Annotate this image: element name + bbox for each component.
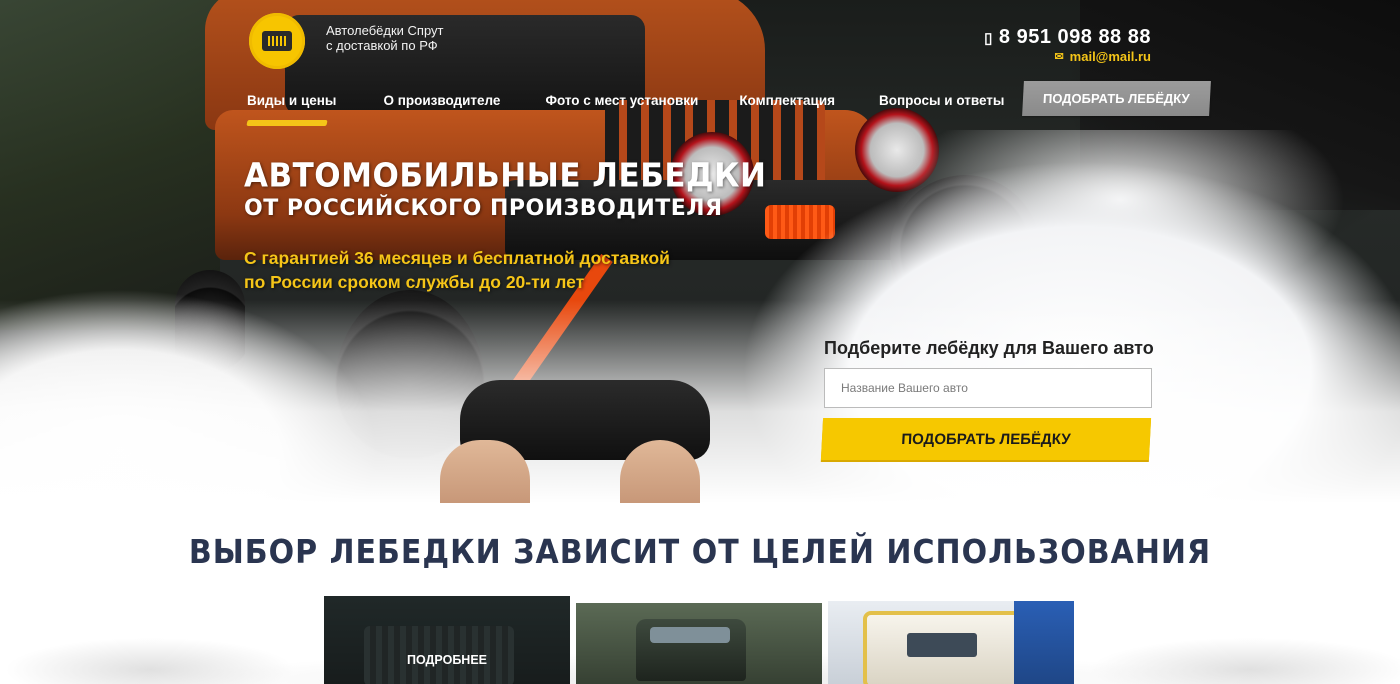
pick-winch-button[interactable]: ПОДОБРАТЬ ЛЕБЁДКУ [820,418,1152,460]
hero-title-line-2: ОТ РОССИЙСКОГО ПРОИЗВОДИТЕЛЯ [244,196,723,221]
offroad-suv-image [636,619,746,681]
winch-logo-icon [262,31,292,51]
nav-pick-winch-button[interactable]: ПОДОБРАТЬ ЛЕБЁДКУ [1022,81,1211,116]
brand-text: Автолебёдки Спрут с доставкой по РФ [326,23,444,53]
brand-line-1: Автолебёдки Спрут [326,23,444,38]
logo[interactable] [249,13,305,69]
nav-item-manufacturer[interactable]: О производителе [383,93,500,114]
phone-text: 8 951 098 88 88 [998,26,1151,48]
email-link[interactable]: ✉ mail@mail.ru [1054,49,1151,64]
card-more-label: ПОДРОБНЕЕ [406,653,488,667]
form-title: Подберите лебёдку для Вашего авто [824,338,1154,358]
main-nav: Виды и цены О производителе Фото с мест … [247,81,1211,116]
phone-number[interactable]: ▯ 8 951 098 88 88 [984,26,1151,49]
tow-truck-image [863,611,1023,684]
hero-title: АВТОМОБИЛЬНЫЕ ЛЕБЕДКИ ОТ РОССИЙСКОГО ПРО… [244,157,767,224]
nav-item-faq[interactable]: Вопросы и ответы [879,93,1004,114]
section-title: ВЫБОР ЛЕБЕДКИ ЗАВИСИТ ОТ ЦЕЛЕЙ ИСПОЛЬЗОВ… [188,533,1212,572]
email-text: mail@mail.ru [1069,49,1151,64]
envelope-icon: ✉ [1054,51,1064,63]
usage-card-tow-truck[interactable] [828,601,1074,684]
phone-icon: ▯ [984,29,993,47]
car-name-input[interactable] [824,368,1152,408]
nav-item-equipment[interactable]: Комплектация [739,93,835,114]
usage-card-winch[interactable]: ПОДРОБНЕЕ [324,596,570,684]
hero-banner [0,0,1400,503]
nav-item-photos[interactable]: Фото с мест установки [545,93,698,114]
hands-image [440,370,720,503]
nav-item-types-prices[interactable]: Виды и цены [247,93,336,114]
hero-title-line-1: АВТОМОБИЛЬНЫЕ ЛЕБЕДКИ [244,157,767,195]
hero-subtitle: С гарантией 36 месяцев и бесплатной дост… [244,248,670,292]
brand-line-2: с доставкой по РФ [326,38,438,53]
usage-card-offroad[interactable] [576,603,822,684]
